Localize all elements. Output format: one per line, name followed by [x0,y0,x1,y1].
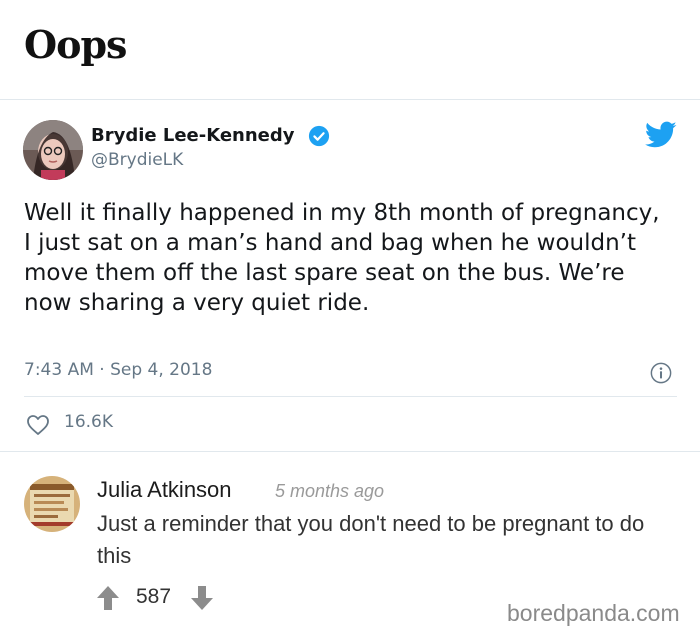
comment-score: 587 [136,585,172,608]
info-icon[interactable] [650,362,672,384]
twitter-bird-icon[interactable] [645,121,677,149]
verified-badge-icon [308,125,330,147]
tweet-text: Well it finally happened in my 8th month… [24,200,660,316]
post-header: Oops [0,0,700,100]
comment-card: Julia Atkinson 5 months ago Just a remin… [0,452,700,636]
tweet-author-name[interactable]: Brydie Lee-Kennedy [91,125,295,146]
commenter-name[interactable]: Julia Atkinson [97,477,232,503]
comment-text: Just a reminder that you don't need to b… [97,511,645,568]
tweet-author-handle[interactable]: @BrydieLK [91,150,183,170]
tweet-author-avatar[interactable] [23,120,83,180]
upvote-arrow-icon[interactable] [96,585,120,611]
tweet-timestamp[interactable]: 7:43 AM · Sep 4, 2018 [24,360,212,380]
commenter-avatar[interactable] [24,476,80,532]
like-count: 16.6K [64,412,113,432]
tweet-card: Brydie Lee-Kennedy @BrydieLK Well it fin… [0,100,700,452]
watermark: boredpanda.com [507,600,680,626]
heart-icon[interactable] [26,414,50,436]
post-title: Oops [24,22,127,67]
downvote-arrow-icon[interactable] [190,585,214,611]
comment-time: 5 months ago [275,481,385,501]
divider [24,396,677,397]
